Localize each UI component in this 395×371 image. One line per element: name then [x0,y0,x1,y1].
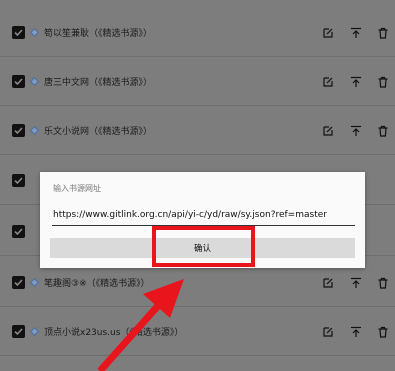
pointer-arrow-icon [97,279,184,371]
modal-overlay: 输入书源网址 确认 [0,0,395,371]
